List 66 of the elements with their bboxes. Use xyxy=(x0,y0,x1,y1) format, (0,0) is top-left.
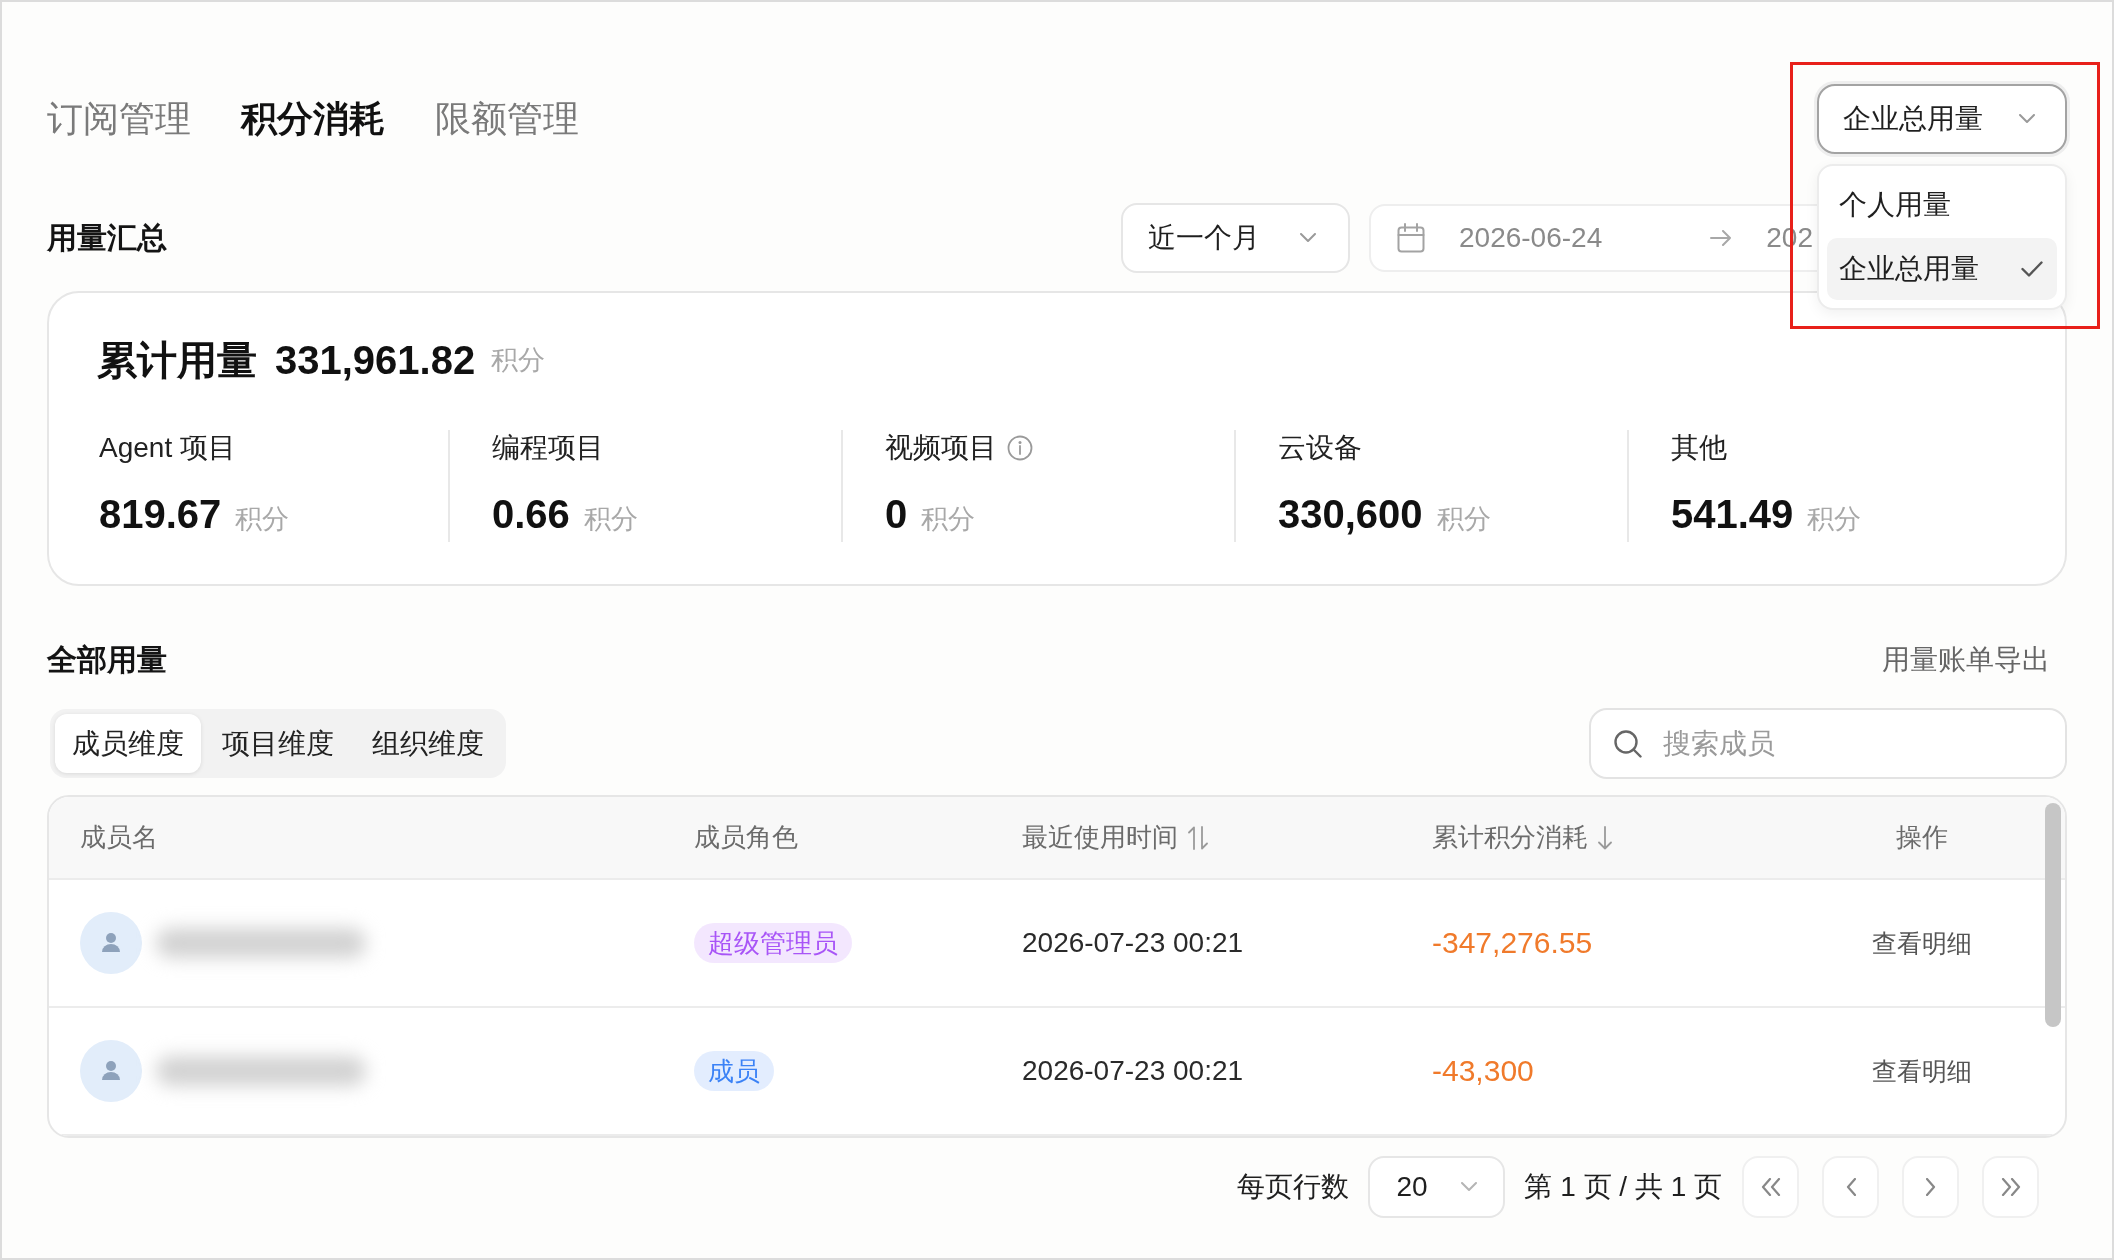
check-icon xyxy=(2021,261,2043,277)
scrollbar[interactable] xyxy=(2045,803,2061,1027)
section-title: 全部用量 xyxy=(47,642,167,678)
column-header: 最近使用时间 xyxy=(1022,821,1178,854)
stat-label: Agent 项目 xyxy=(99,431,236,465)
view-tab[interactable]: 成员维度 xyxy=(55,714,201,773)
unit-label: 积分 xyxy=(921,503,976,536)
points-consumed: -43,300 xyxy=(1432,1054,1534,1088)
double-chevron-left-icon xyxy=(1760,1178,1781,1196)
calendar-icon xyxy=(1397,223,1425,253)
stat-value: 819.67 xyxy=(99,491,222,538)
chevron-down-icon xyxy=(2019,114,2035,124)
tab[interactable]: 订阅管理 xyxy=(47,94,191,144)
total-label: 累计用量 xyxy=(97,337,257,384)
view-tab[interactable]: 项目维度 xyxy=(205,714,351,773)
chevron-down-icon xyxy=(1461,1182,1478,1192)
last-page-button[interactable] xyxy=(1982,1156,2039,1218)
scope-select[interactable]: 企业总用量 xyxy=(1817,84,2067,154)
sort-icon[interactable] xyxy=(1188,825,1208,850)
tab[interactable]: 积分消耗 xyxy=(241,94,385,144)
stat-value: 541.49 xyxy=(1671,491,1794,538)
total-value: 331,961.82 xyxy=(275,337,476,384)
column-header: 累计积分消耗 xyxy=(1432,821,1588,854)
rows-per-page-label: 每页行数 xyxy=(1237,1170,1350,1204)
stat-label: 编程项目 xyxy=(492,431,604,465)
stat-label: 其他 xyxy=(1671,431,1727,465)
view-tab[interactable]: 组织维度 xyxy=(355,714,501,773)
tab[interactable]: 限额管理 xyxy=(435,94,579,144)
search-field[interactable]: 搜索成员 xyxy=(1589,708,2067,779)
page-info: 第 1 页 / 共 1 页 xyxy=(1524,1170,1722,1204)
info-icon[interactable] xyxy=(1007,435,1033,461)
unit-label: 积分 xyxy=(491,344,546,377)
user-avatar-icon xyxy=(80,1040,142,1102)
unit-label: 积分 xyxy=(235,503,290,536)
stat-label: 云设备 xyxy=(1278,431,1362,465)
export-link[interactable]: 用量账单导出 xyxy=(1882,641,2050,679)
chevron-down-icon xyxy=(1300,233,1316,243)
chevron-right-icon xyxy=(1925,1178,1936,1196)
view-details-link[interactable]: 查看明细 xyxy=(1872,1054,1972,1088)
column-header: 操作 xyxy=(1896,821,1948,854)
column-header: 成员角色 xyxy=(694,821,798,854)
unit-label: 积分 xyxy=(583,503,638,536)
chevron-left-icon xyxy=(1845,1178,1856,1196)
view-details-link[interactable]: 查看明细 xyxy=(1872,926,1972,960)
role-badge: 成员 xyxy=(694,1051,774,1091)
last-used-time: 2026-07-23 00:21 xyxy=(1022,1055,1244,1087)
stat-value: 330,600 xyxy=(1278,491,1423,538)
arrow-right-icon xyxy=(1710,230,1733,246)
stat-label: 视频项目 xyxy=(885,431,997,465)
period-select[interactable]: 近一个月 xyxy=(1121,203,1350,273)
double-chevron-right-icon xyxy=(2000,1178,2021,1196)
first-page-button[interactable] xyxy=(1742,1156,1799,1218)
menu-option[interactable]: 企业总用量 xyxy=(1827,238,2057,300)
search-icon xyxy=(1614,730,1642,758)
unit-label: 积分 xyxy=(1807,503,1862,536)
role-badge: 超级管理员 xyxy=(694,923,852,963)
section-title: 用量汇总 xyxy=(47,220,167,256)
stat-value: 0 xyxy=(885,491,908,538)
stat-value: 0.66 xyxy=(492,491,570,538)
column-header: 成员名 xyxy=(80,821,158,854)
points-consumed: -347,276.55 xyxy=(1432,926,1593,960)
unit-label: 积分 xyxy=(1436,503,1491,536)
sort-descending-icon[interactable] xyxy=(1598,825,1612,850)
page-size-select[interactable]: 20 xyxy=(1368,1156,1506,1218)
user-avatar-icon xyxy=(80,912,142,974)
last-used-time: 2026-07-23 00:21 xyxy=(1022,927,1244,959)
